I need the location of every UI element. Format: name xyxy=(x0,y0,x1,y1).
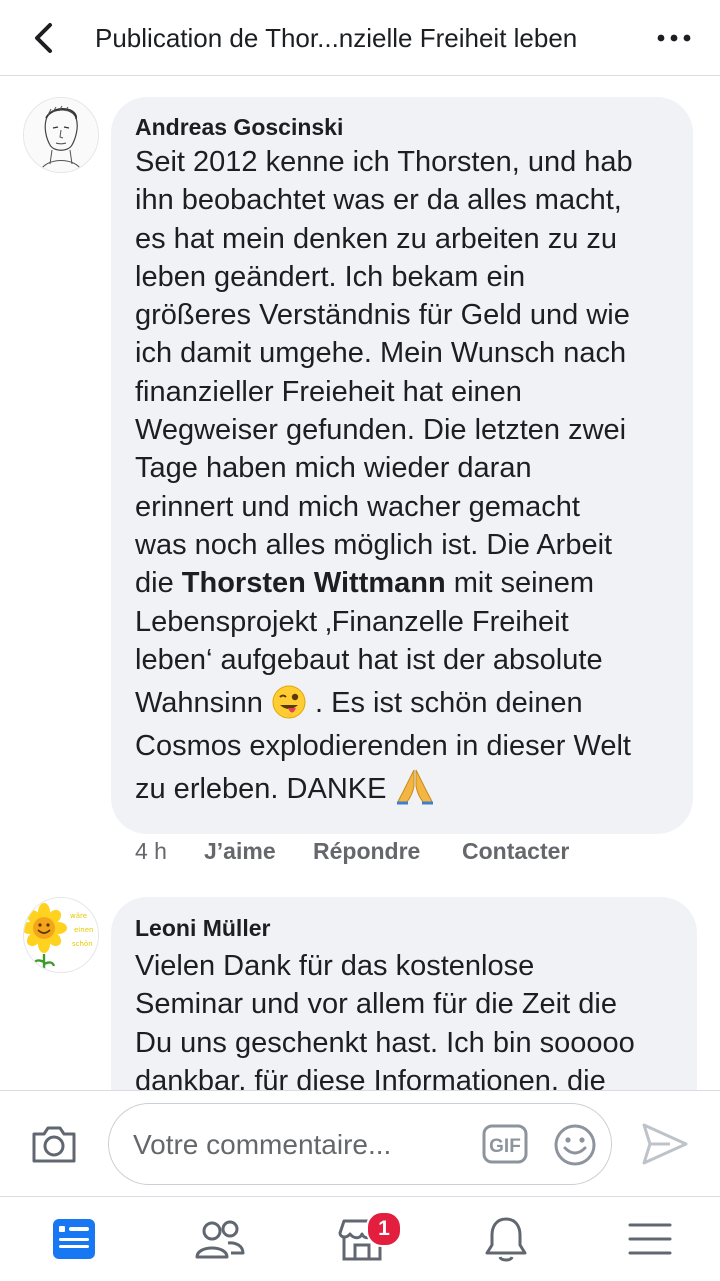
svg-text:wäre: wäre xyxy=(70,912,87,920)
more-options-button[interactable] xyxy=(656,30,692,46)
bottom-navigation: 1 xyxy=(0,1196,720,1280)
comment-line: es hat mein denken zu arbeiten zu zu xyxy=(135,222,618,255)
mention-thorsten-wittmann[interactable]: Thorsten Wittmann xyxy=(182,567,446,599)
comment-input-container[interactable]: GIF xyxy=(108,1103,612,1185)
nav-friends[interactable] xyxy=(166,1197,266,1281)
comment-author[interactable]: Andreas Goscinski xyxy=(135,114,343,141)
comment-line: Lebensprojekt ‚Finanzelle Freiheit xyxy=(135,605,569,638)
comment-line: leben‘ aufgebaut hat ist der absolute xyxy=(135,643,603,676)
comment-input[interactable] xyxy=(131,1122,475,1168)
gif-button[interactable]: GIF xyxy=(481,1122,529,1166)
send-button[interactable] xyxy=(640,1121,690,1167)
comment-line: die Thorsten Wittmann mit seinem xyxy=(135,564,675,602)
comment-line: leben geändert. Ich bekam ein xyxy=(135,260,526,293)
send-icon xyxy=(642,1123,688,1165)
gif-label: GIF xyxy=(489,1136,521,1157)
nav-marketplace[interactable]: 1 xyxy=(310,1197,410,1281)
svg-text:schön: schön xyxy=(72,940,93,948)
chevron-left-icon xyxy=(35,23,52,53)
page-title: Publication de Thor...nzielle Freiheit l… xyxy=(95,23,578,53)
comment-line: Wahnsinn . Es ist schön deinen xyxy=(135,679,675,727)
nav-news-feed[interactable] xyxy=(22,1197,122,1281)
gif-icon: GIF xyxy=(482,1124,528,1164)
comment-line: Seit 2012 kenne ich Thorsten, und hab xyxy=(135,146,633,178)
avatar-andreas[interactable] xyxy=(23,97,99,173)
back-button[interactable] xyxy=(28,20,64,56)
camera-button[interactable] xyxy=(30,1123,78,1165)
comment-text-segment: zu erleben. DANKE xyxy=(135,773,395,806)
comment-line: Vielen Dank für das kostenlose xyxy=(135,950,535,982)
comment-line: ich damit umgehe. Mein Wunsch nach xyxy=(135,337,627,370)
svg-text:einen: einen xyxy=(74,926,93,934)
comment-text: Vielen Dank für das kostenlose Seminar u… xyxy=(135,947,685,1100)
camera-icon xyxy=(32,1126,76,1163)
news-feed-icon xyxy=(53,1219,95,1259)
sunflower-avatar: wäre einen schön xyxy=(24,898,98,972)
like-button[interactable]: J’aime xyxy=(204,838,276,865)
comment-timestamp: 4 h xyxy=(135,838,167,864)
comment-line: erinnert und mich wacher gemacht xyxy=(135,490,580,523)
comment-composer: GIF xyxy=(0,1090,720,1196)
comment-text: Seit 2012 kenne ich Thorsten, und hab ih… xyxy=(135,143,675,813)
comment-text-segment: Wahnsinn xyxy=(135,687,271,720)
notifications-icon xyxy=(485,1217,527,1262)
smiley-icon xyxy=(554,1124,596,1166)
comment-line: Seminar und vor allem für die Zeit die xyxy=(135,988,617,1021)
avatar-leoni[interactable]: wäre einen schön xyxy=(23,897,99,973)
comment-line: Du uns geschenkt hast. Ich bin sooooo xyxy=(135,1026,635,1059)
emoji-button[interactable] xyxy=(553,1123,597,1167)
comment-line: Wegweiser gefunden. Die letzten zwei xyxy=(135,414,627,447)
top-bar: Publication de Thor...nzielle Freiheit l… xyxy=(0,0,720,76)
reply-button[interactable]: Répondre xyxy=(313,838,420,865)
comment-text-segment: . Es ist schön deinen xyxy=(306,687,583,720)
comment-text-segment: mit seinem xyxy=(445,567,594,600)
comment-bubble: Andreas Goscinski Seit 2012 kenne ich Th… xyxy=(111,97,693,834)
comment-line: ihn beobachtet was er da alles macht, xyxy=(135,184,622,217)
folded-hands-emoji-icon xyxy=(395,766,435,821)
comment-line: größeres Verständnis für Geld und wie xyxy=(135,299,630,332)
more-horizontal-icon xyxy=(657,34,691,42)
comment-author[interactable]: Leoni Müller xyxy=(135,915,270,942)
comment-line: finanzieller Freieheit hat einen xyxy=(135,375,522,408)
menu-icon xyxy=(628,1223,672,1255)
contact-button[interactable]: Contacter xyxy=(462,838,569,865)
nav-menu[interactable] xyxy=(598,1197,698,1281)
comment-line: zu erleben. DANKE xyxy=(135,765,675,813)
sketch-portrait-avatar xyxy=(24,98,98,172)
nav-notifications[interactable] xyxy=(454,1197,554,1281)
comment-line: Cosmos explodierenden in dieser Welt xyxy=(135,730,631,763)
comment-text-segment: die xyxy=(135,567,182,600)
comment-line: was noch alles möglich ist. Die Arbeit xyxy=(135,528,613,561)
notification-badge: 1 xyxy=(366,1211,402,1247)
comment-line: Tage haben mich wieder daran xyxy=(135,452,532,485)
friends-icon xyxy=(195,1220,245,1259)
